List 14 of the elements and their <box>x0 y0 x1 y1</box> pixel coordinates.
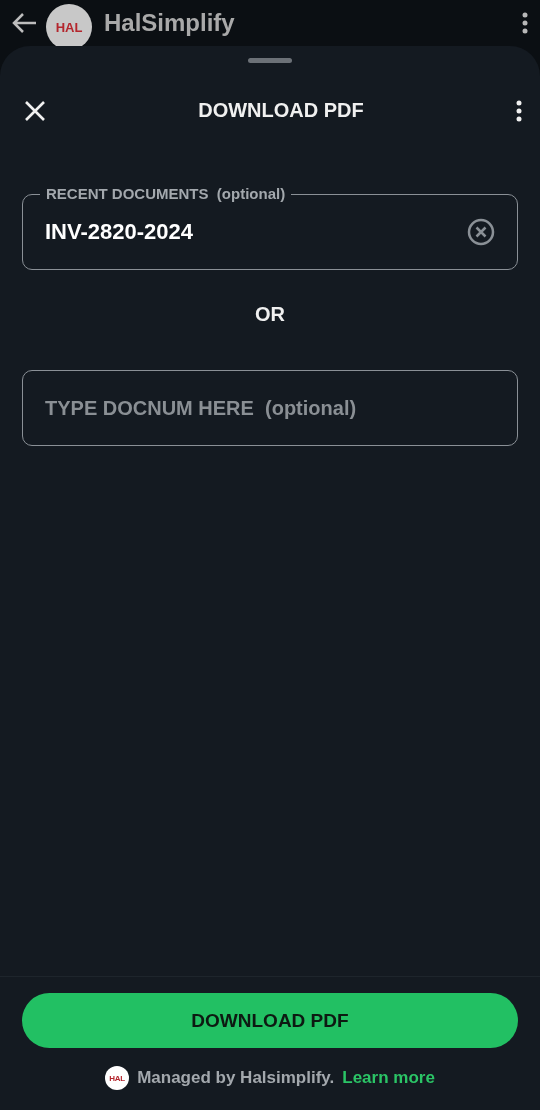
close-button[interactable] <box>24 99 46 122</box>
or-separator: OR <box>254 303 286 326</box>
back-button[interactable] <box>12 12 38 34</box>
download-pdf-button[interactable]: DOWNLOAD PDF <box>22 993 518 1048</box>
managed-by-text: Managed by Halsimplify. <box>137 1068 335 1088</box>
docnum-input-field[interactable]: TYPE DOCNUM HERE (optional) <box>22 370 518 446</box>
clear-icon[interactable] <box>467 218 495 246</box>
learn-more-link[interactable]: Learn more <box>342 1068 435 1088</box>
sheet-title: DOWNLOAD PDF <box>198 99 364 122</box>
drag-handle[interactable] <box>248 58 292 63</box>
app-title: HalSimplify <box>104 9 236 37</box>
more-menu-button[interactable] <box>516 99 522 122</box>
small-logo: HAL <box>105 1066 130 1090</box>
more-menu-button[interactable] <box>522 12 528 34</box>
